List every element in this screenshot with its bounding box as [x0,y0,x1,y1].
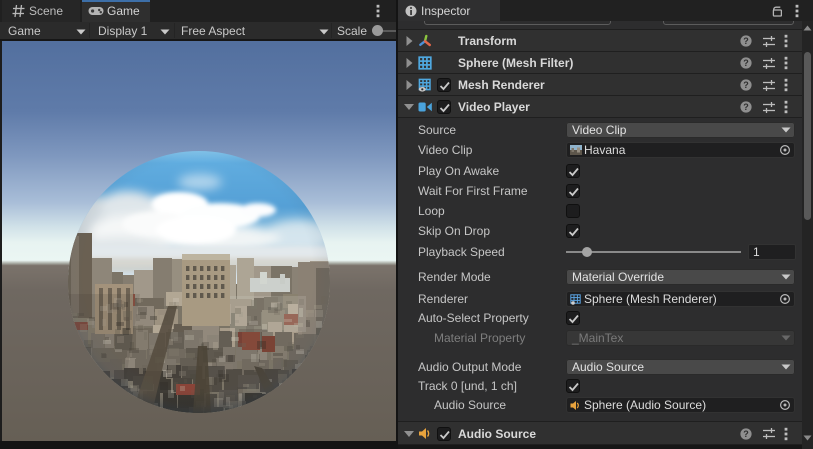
svg-text:?: ? [743,80,749,90]
svg-text:?: ? [743,102,749,112]
svg-text:?: ? [743,58,749,68]
svg-text:?: ? [743,429,749,439]
svg-text:?: ? [743,36,749,46]
